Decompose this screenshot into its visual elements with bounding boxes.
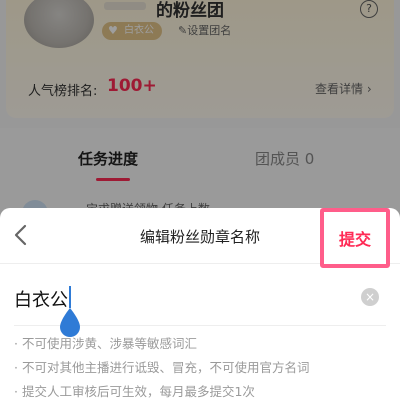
rule-item: · 提交人工审核后可生效，每月最多提交1次 — [14, 384, 255, 399]
badge-name-input-row: 白衣公 × — [14, 268, 386, 337]
sheet-header: 编辑粉丝勋章名称 提交 — [0, 208, 400, 268]
clear-input-icon[interactable]: × — [361, 288, 379, 306]
naming-rules: · 不可使用涉黄、涉暴等敏感词汇 · 不可对其他主播进行诋毁、冒充，不可使用官方… — [14, 332, 394, 404]
submit-highlight-box: 提交 — [320, 208, 390, 268]
text-cursor — [69, 286, 71, 308]
submit-button[interactable]: 提交 — [324, 226, 386, 250]
rule-item: · 不可使用涉黄、涉暴等敏感词汇 — [14, 336, 197, 351]
rule-item: · 不可对其他主播进行诋毁、冒充，不可使用官方名词 — [14, 360, 310, 375]
edit-badge-name-sheet: 编辑粉丝勋章名称 提交 白衣公 × · 不可使用涉黄、涉暴等敏感词汇 · 不可对… — [0, 208, 400, 414]
